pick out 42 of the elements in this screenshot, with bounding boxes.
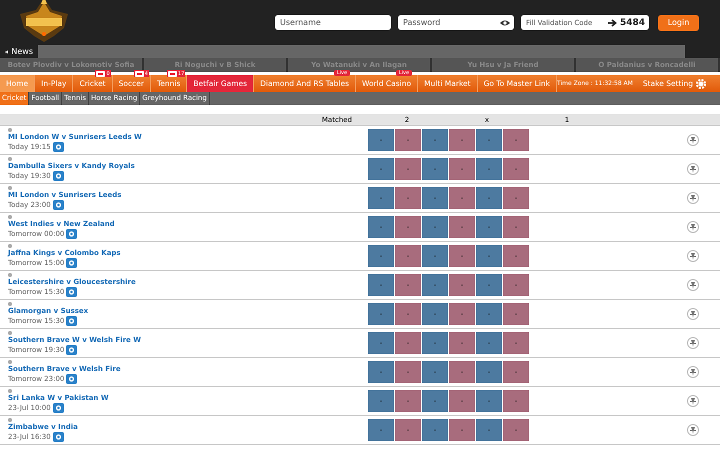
status-dot <box>8 157 12 161</box>
tv-icon <box>66 229 78 239</box>
pin-icon[interactable] <box>687 192 699 204</box>
settings-icon <box>696 78 706 88</box>
status-dot <box>8 360 12 364</box>
pin-icon[interactable] <box>687 279 699 291</box>
arrow-right-icon <box>608 18 617 26</box>
status-dot <box>8 418 12 422</box>
pin-icon[interactable] <box>687 250 699 262</box>
tv-icon <box>52 403 64 413</box>
pin-icon[interactable] <box>687 395 699 407</box>
login-button[interactable]: Login <box>658 14 699 30</box>
tv-icon <box>52 432 64 442</box>
tv-icon <box>52 200 64 210</box>
status-dot <box>8 331 12 335</box>
tv-icon <box>66 374 78 384</box>
pin-icon[interactable] <box>687 134 699 146</box>
status-dot <box>8 215 12 219</box>
tv-icon <box>52 142 64 152</box>
validation-code: 5484 <box>620 18 645 28</box>
eye-icon <box>500 18 510 26</box>
pin-icon[interactable] <box>687 308 699 320</box>
tv-icon <box>66 287 78 297</box>
pin-icon[interactable] <box>687 424 699 436</box>
tv-icon <box>66 316 78 326</box>
status-dot <box>8 389 12 393</box>
megaphone-icon <box>5 48 8 56</box>
news-text: News <box>11 47 33 56</box>
pin-icon[interactable] <box>687 366 699 378</box>
status-dot <box>8 273 12 277</box>
pin-icon[interactable] <box>687 337 699 349</box>
tv-icon <box>66 258 78 268</box>
tv-icon <box>52 171 64 181</box>
status-dot <box>8 244 12 248</box>
pin-icon[interactable] <box>687 163 699 175</box>
password-field[interactable]: Password <box>398 15 514 30</box>
status-dot <box>8 128 12 132</box>
tv-icon <box>66 345 78 355</box>
status-dot <box>8 186 12 190</box>
status-dot <box>8 302 12 306</box>
pin-icon[interactable] <box>687 221 699 233</box>
username-field[interactable]: Username <box>275 15 391 30</box>
